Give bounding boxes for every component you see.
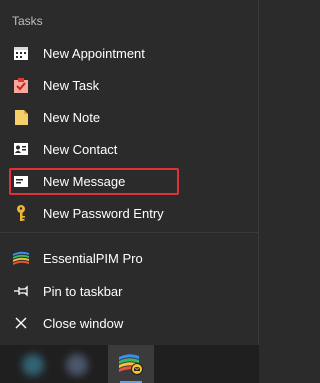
task-new-note[interactable]: New Note: [0, 102, 258, 132]
task-new-task[interactable]: New Task: [0, 70, 258, 100]
essentialpim-logo-icon: [13, 250, 29, 266]
task-label: New Contact: [43, 141, 118, 157]
section-title-tasks: Tasks: [12, 14, 43, 28]
pin-icon: [13, 283, 29, 299]
calendar-icon: [13, 45, 29, 61]
taskbar: [0, 345, 259, 383]
task-new-appointment[interactable]: New Appointment: [0, 38, 258, 68]
task-new-message[interactable]: New Message: [0, 166, 258, 196]
task-label: New Task: [43, 77, 100, 93]
task-label: New Note: [43, 109, 101, 125]
task-label: New Password Entry: [43, 205, 164, 221]
close-label: Close window: [43, 315, 124, 331]
app-label: EssentialPIM Pro: [43, 250, 143, 266]
essentialpim-taskbar-icon: [119, 354, 143, 375]
task-label: New Message: [43, 173, 126, 189]
message-icon: [13, 173, 29, 189]
taskbar-app-icon-blurred[interactable]: [66, 354, 88, 376]
task-label: New Appointment: [43, 45, 145, 61]
jump-list: Tasks New Appointment New Task New Note …: [0, 0, 259, 345]
contact-card-icon: [13, 141, 29, 157]
section-divider: [0, 232, 258, 233]
task-new-password-entry[interactable]: New Password Entry: [0, 198, 258, 228]
pin-label: Pin to taskbar: [43, 283, 123, 299]
close-window[interactable]: Close window: [0, 308, 258, 338]
note-icon: [13, 109, 29, 125]
app-essentialpim-pro[interactable]: EssentialPIM Pro: [0, 243, 258, 273]
taskbar-essentialpim-button[interactable]: [108, 345, 154, 383]
key-icon: [13, 205, 29, 221]
task-checkbox-icon: [13, 77, 29, 93]
taskbar-app-icon-blurred[interactable]: [22, 354, 44, 376]
task-new-contact[interactable]: New Contact: [0, 134, 258, 164]
pin-to-taskbar[interactable]: Pin to taskbar: [0, 276, 258, 306]
close-icon: [13, 315, 29, 331]
